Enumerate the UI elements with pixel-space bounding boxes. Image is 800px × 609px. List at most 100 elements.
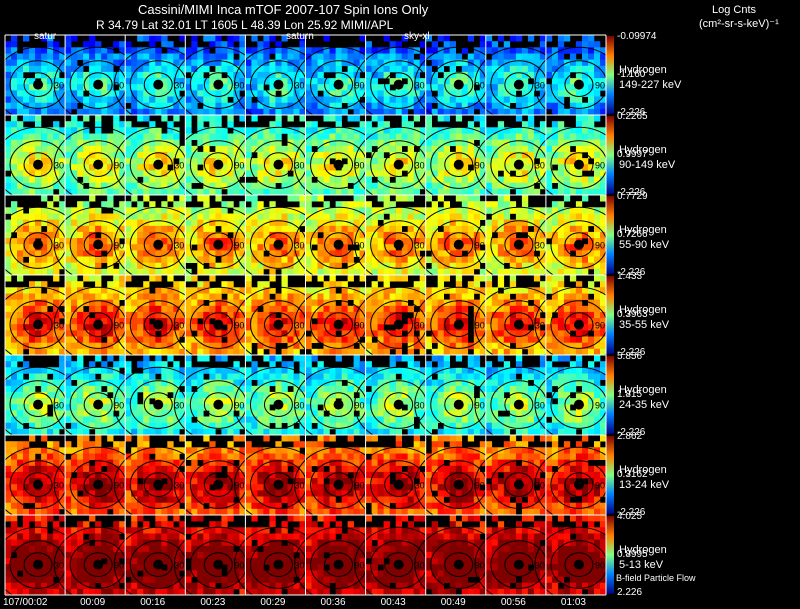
heatmap-cell bbox=[305, 262, 312, 270]
heatmap-cell bbox=[245, 342, 252, 350]
heatmap-cell bbox=[497, 182, 505, 190]
heatmap-cell bbox=[65, 41, 72, 48]
heatmap-cell bbox=[485, 219, 493, 227]
heatmap-cell bbox=[245, 231, 252, 239]
heatmap-cell bbox=[251, 182, 258, 190]
heatmap-cell bbox=[71, 361, 78, 368]
heatmap-cell bbox=[155, 287, 162, 294]
heatmap-cell bbox=[317, 78, 324, 85]
heatmap-cell bbox=[167, 108, 174, 116]
heatmap-cell bbox=[527, 305, 535, 313]
heatmap-cell bbox=[497, 102, 505, 110]
heatmap-cell bbox=[371, 139, 378, 147]
heatmap-cell bbox=[317, 102, 324, 110]
heatmap-cell bbox=[594, 250, 601, 257]
heatmap-cell bbox=[203, 231, 210, 239]
heatmap-cell bbox=[401, 65, 408, 73]
heatmap-cell bbox=[407, 145, 414, 153]
heatmap-cell bbox=[161, 348, 168, 356]
heatmap-cell bbox=[83, 145, 90, 153]
heatmap-cell bbox=[125, 71, 132, 79]
heatmap-cell bbox=[47, 201, 54, 208]
heatmap-cell bbox=[203, 96, 210, 103]
heatmap-cell bbox=[563, 188, 571, 196]
heatmap-cell bbox=[125, 256, 132, 263]
heatmap-cell bbox=[215, 176, 222, 183]
heatmap-cell bbox=[197, 108, 204, 116]
heatmap-cell bbox=[101, 201, 108, 208]
heatmap-cell bbox=[149, 225, 156, 233]
heatmap-cell bbox=[107, 176, 114, 183]
heatmap-cell bbox=[287, 256, 294, 263]
heatmap-cell bbox=[149, 201, 156, 208]
heatmap-cell bbox=[467, 65, 475, 73]
heatmap-cell bbox=[137, 330, 144, 337]
heatmap-cell bbox=[449, 225, 456, 233]
heatmap-cell bbox=[29, 176, 36, 183]
heatmap-cell bbox=[329, 188, 336, 196]
heatmap-cell bbox=[251, 158, 258, 165]
heatmap-cell bbox=[425, 102, 432, 110]
heatmap-cell bbox=[197, 238, 204, 245]
heatmap-cell bbox=[323, 53, 330, 60]
heatmap-cell bbox=[401, 133, 408, 140]
heatmap-cell bbox=[491, 262, 499, 270]
heatmap-cell bbox=[65, 367, 72, 374]
heatmap-cell bbox=[5, 182, 12, 190]
heatmap-cell bbox=[407, 133, 414, 140]
heatmap-cell bbox=[407, 170, 414, 177]
heatmap-cell bbox=[515, 207, 523, 214]
heatmap-cell bbox=[137, 422, 144, 430]
heatmap-cell bbox=[233, 133, 240, 140]
heatmap-cell bbox=[575, 336, 583, 343]
heatmap-cell bbox=[588, 336, 595, 343]
heatmap-cell bbox=[155, 348, 162, 356]
heatmap-cell bbox=[17, 53, 24, 60]
heatmap-cell bbox=[479, 275, 487, 282]
heatmap-cell bbox=[509, 145, 517, 153]
heatmap-cell bbox=[17, 373, 24, 380]
heatmap-cell bbox=[137, 348, 144, 356]
heatmap-cell bbox=[215, 65, 222, 73]
heatmap-cell bbox=[509, 268, 517, 276]
heatmap-cell bbox=[347, 293, 354, 300]
contour-label: 90 bbox=[234, 81, 244, 91]
heatmap-cell bbox=[371, 59, 378, 67]
heatmap-cell bbox=[95, 287, 102, 294]
heatmap-cell bbox=[107, 336, 114, 343]
heatmap-cell bbox=[143, 391, 150, 399]
heatmap-cell bbox=[47, 53, 54, 60]
heatmap-cell bbox=[185, 90, 192, 97]
heatmap-cell bbox=[407, 268, 414, 276]
contour-label: 90 bbox=[475, 81, 485, 91]
heatmap-cell bbox=[317, 71, 324, 79]
heatmap-cell bbox=[509, 53, 517, 60]
heatmap-cell bbox=[155, 176, 162, 183]
heatmap-cell bbox=[83, 176, 90, 183]
heatmap-cell bbox=[588, 256, 595, 263]
heatmap-cell bbox=[275, 213, 282, 220]
heatmap-cell bbox=[569, 348, 577, 356]
heatmap-cell bbox=[5, 385, 12, 393]
heatmap-cell bbox=[437, 268, 444, 276]
heatmap-cell bbox=[167, 188, 174, 196]
heatmap-cell bbox=[131, 84, 138, 91]
heatmap-cell bbox=[485, 330, 493, 337]
heatmap-cell bbox=[227, 145, 234, 153]
heatmap-cell bbox=[371, 244, 378, 251]
heatmap-cell bbox=[551, 59, 559, 67]
heatmap-cell bbox=[191, 84, 198, 91]
heatmap-cell bbox=[161, 385, 168, 393]
heatmap-cell bbox=[305, 182, 312, 190]
heatmap-cell bbox=[77, 90, 84, 97]
heatmap-cell bbox=[53, 428, 60, 436]
heatmap-cell bbox=[221, 53, 228, 60]
heatmap-cell bbox=[35, 207, 42, 214]
heatmap-cell bbox=[575, 348, 583, 356]
heatmap-cell bbox=[467, 108, 475, 116]
heatmap-cell bbox=[215, 195, 222, 202]
heatmap-cell bbox=[275, 115, 282, 122]
heatmap-cell bbox=[491, 102, 499, 110]
heatmap-cell bbox=[185, 115, 192, 122]
heatmap-cell bbox=[443, 96, 450, 103]
